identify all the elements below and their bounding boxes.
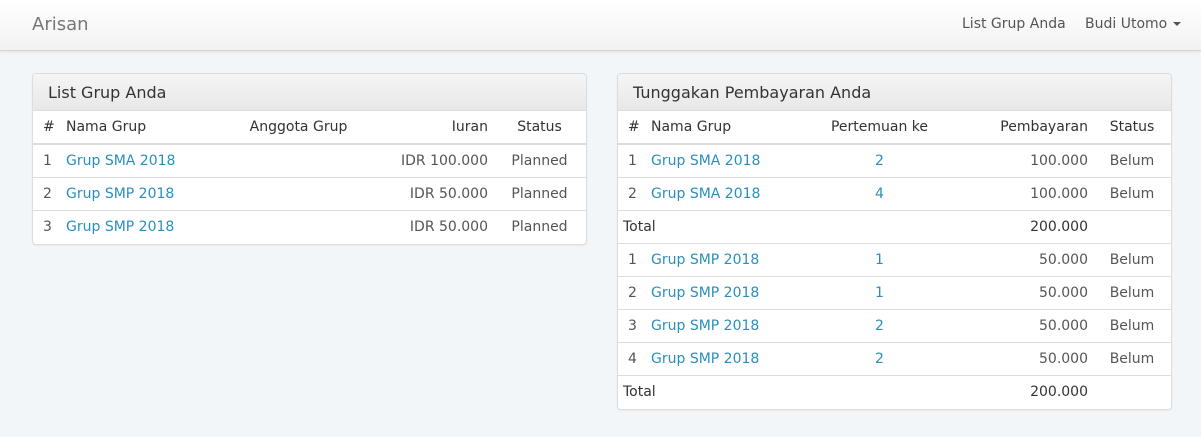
group-name-link[interactable]: Grup SMA 2018 xyxy=(66,153,175,169)
payment-status: Belum xyxy=(1093,242,1171,276)
nav-list-groups-link[interactable]: List Grup Anda xyxy=(962,16,1066,32)
row-number: 1 xyxy=(618,242,646,276)
payment-status: Belum xyxy=(1093,176,1171,210)
col-status: Status xyxy=(1093,111,1171,145)
table-row: 1 Grup SMA 2018 2 100.000 Belum xyxy=(618,144,1171,177)
brand-link[interactable]: Arisan xyxy=(32,14,89,35)
total-label: Total xyxy=(618,209,806,243)
top-navbar: Arisan List Grup Anda Budi Utomo xyxy=(0,0,1201,51)
meeting-link[interactable]: 4 xyxy=(875,186,884,202)
group-members xyxy=(236,176,361,210)
caret-down-icon xyxy=(1173,22,1182,26)
group-members xyxy=(236,144,361,177)
row-number: 3 xyxy=(33,209,61,243)
group-name-link[interactable]: Grup SMP 2018 xyxy=(651,351,759,367)
arrears-table-header: # Nama Grup Pertemuan ke Pembayaran Stat… xyxy=(618,111,1171,145)
meeting-link[interactable]: 2 xyxy=(875,351,884,367)
col-group-name: Nama Grup xyxy=(61,111,236,145)
row-number: 4 xyxy=(618,341,646,375)
table-row: 3 Grup SMP 2018 2 50.000 Belum xyxy=(618,308,1171,342)
col-group-name: Nama Grup xyxy=(646,111,806,145)
groups-table-header: # Nama Grup Anggota Grup Iuran Status xyxy=(33,111,586,145)
col-number: # xyxy=(33,111,61,145)
group-name-link[interactable]: Grup SMA 2018 xyxy=(651,186,760,202)
group-status: Planned xyxy=(511,152,568,169)
arrears-panel-title: Tunggakan Pembayaran Anda xyxy=(618,74,1171,111)
payment-amount: 50.000 xyxy=(953,242,1093,276)
payment-amount: 50.000 xyxy=(953,341,1093,375)
payment-status: Belum xyxy=(1093,341,1171,375)
payment-amount: 50.000 xyxy=(953,308,1093,342)
row-number: 2 xyxy=(618,275,646,309)
group-name-link[interactable]: Grup SMP 2018 xyxy=(66,186,174,202)
total-amount: 200.000 xyxy=(953,209,1093,243)
groups-panel-title: List Grup Anda xyxy=(33,74,586,111)
payment-status: Belum xyxy=(1093,308,1171,342)
table-row: 2 Grup SMA 2018 4 100.000 Belum xyxy=(618,176,1171,210)
group-name-link[interactable]: Grup SMP 2018 xyxy=(651,252,759,268)
table-row: 1 Grup SMP 2018 1 50.000 Belum xyxy=(618,242,1171,276)
meeting-link[interactable]: 1 xyxy=(875,252,884,268)
total-row: Total 200.000 xyxy=(618,374,1171,408)
row-number: 2 xyxy=(33,176,61,210)
payment-status: Belum xyxy=(1109,152,1155,169)
table-row: 4 Grup SMP 2018 2 50.000 Belum xyxy=(618,341,1171,375)
arrears-panel: Tunggakan Pembayaran Anda # Nama Grup Pe… xyxy=(617,73,1172,410)
total-label: Total xyxy=(618,374,806,408)
table-row: 3 Grup SMP 2018 IDR 50.000 Planned xyxy=(33,209,586,243)
col-meeting: Pertemuan ke xyxy=(806,111,953,145)
row-number: 1 xyxy=(628,152,637,169)
group-members xyxy=(236,209,361,243)
payment-amount: 100.000 xyxy=(1030,152,1088,169)
user-name: Budi Utomo xyxy=(1085,16,1168,32)
row-number: 3 xyxy=(618,308,646,342)
group-fee: IDR 100.000 xyxy=(401,152,488,169)
group-status: Planned xyxy=(493,176,586,210)
table-row: 2 Grup SMP 2018 IDR 50.000 Planned xyxy=(33,176,586,210)
group-fee: IDR 50.000 xyxy=(361,209,493,243)
group-name-link[interactable]: Grup SMP 2018 xyxy=(651,285,759,301)
meeting-link[interactable]: 1 xyxy=(875,285,884,301)
payment-amount: 100.000 xyxy=(953,176,1093,210)
col-fee: Iuran xyxy=(361,111,493,145)
meeting-link[interactable]: 2 xyxy=(875,153,884,169)
col-number: # xyxy=(618,111,646,145)
user-menu-dropdown[interactable]: Budi Utomo xyxy=(1085,16,1182,32)
group-name-link[interactable]: Grup SMP 2018 xyxy=(66,219,174,235)
table-row: 2 Grup SMP 2018 1 50.000 Belum xyxy=(618,275,1171,309)
col-status: Status xyxy=(493,111,586,145)
meeting-link[interactable]: 2 xyxy=(875,318,884,334)
col-members: Anggota Grup xyxy=(236,111,361,145)
row-number: 1 xyxy=(43,152,52,169)
groups-table: # Nama Grup Anggota Grup Iuran Status 1 … xyxy=(33,111,586,243)
col-payment: Pembayaran xyxy=(953,111,1093,145)
group-name-link[interactable]: Grup SMA 2018 xyxy=(651,153,760,169)
group-status: Planned xyxy=(493,209,586,243)
total-amount: 200.000 xyxy=(953,374,1093,408)
arrears-table: # Nama Grup Pertemuan ke Pembayaran Stat… xyxy=(618,111,1171,408)
row-number: 2 xyxy=(618,176,646,210)
payment-status: Belum xyxy=(1093,275,1171,309)
table-row: 1 Grup SMA 2018 IDR 100.000 Planned xyxy=(33,144,586,177)
group-name-link[interactable]: Grup SMP 2018 xyxy=(651,318,759,334)
total-row: Total 200.000 xyxy=(618,209,1171,243)
groups-panel: List Grup Anda # Nama Grup Anggota Grup … xyxy=(32,73,587,245)
group-fee: IDR 50.000 xyxy=(361,176,493,210)
payment-amount: 50.000 xyxy=(953,275,1093,309)
